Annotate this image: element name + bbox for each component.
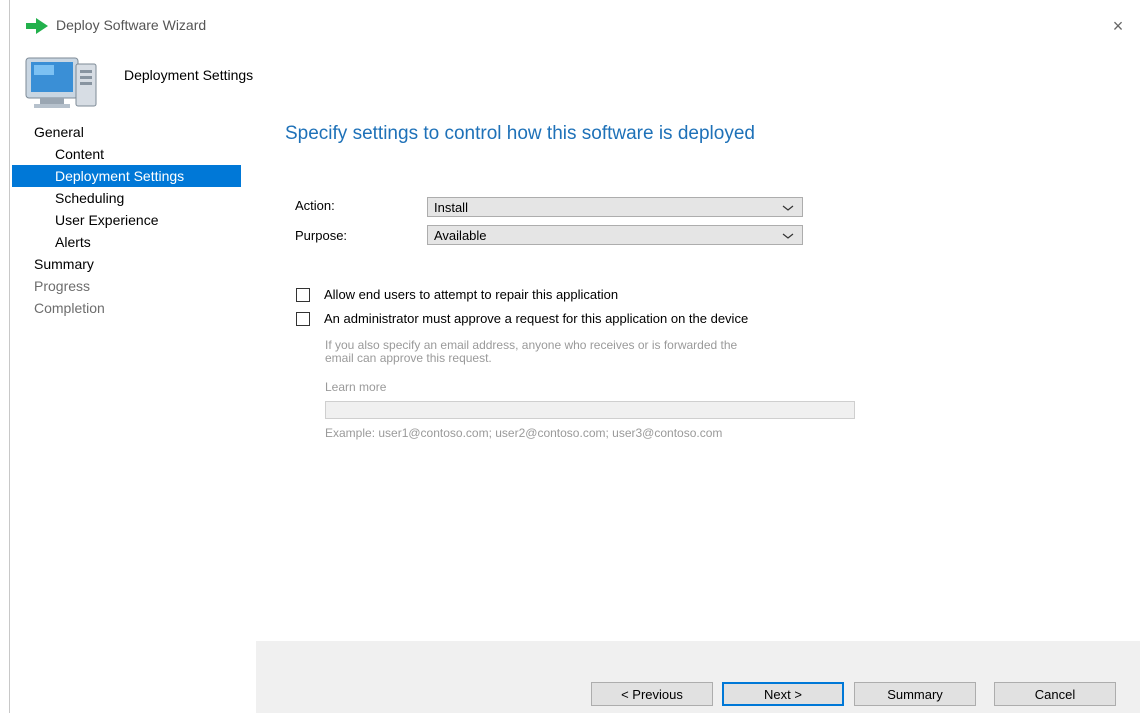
summary-button[interactable]: Summary bbox=[854, 682, 976, 706]
header-title: Deployment Settings bbox=[124, 67, 254, 83]
wizard-content: Specify settings to control how this sof… bbox=[256, 111, 1140, 713]
action-label: Action: bbox=[295, 198, 335, 213]
sidebar-item-summary[interactable]: Summary bbox=[12, 253, 255, 275]
purpose-select[interactable]: Available bbox=[427, 225, 803, 245]
green-arrow-icon bbox=[26, 18, 48, 34]
sidebar-item-user-experience[interactable]: User Experience bbox=[12, 209, 255, 231]
wizard-sidebar: General Content Deployment Settings Sche… bbox=[12, 111, 255, 713]
window-left-border bbox=[9, 0, 10, 713]
action-select[interactable]: Install bbox=[427, 197, 803, 217]
email-field bbox=[325, 401, 855, 419]
wizard-steps-nav: General Content Deployment Settings Sche… bbox=[12, 121, 255, 319]
sidebar-item-completion: Completion bbox=[34, 300, 105, 316]
close-button[interactable]: × bbox=[1106, 14, 1130, 38]
cancel-button[interactable]: Cancel bbox=[994, 682, 1116, 706]
chevron-down-icon bbox=[782, 233, 794, 239]
sidebar-item-scheduling[interactable]: Scheduling bbox=[12, 187, 255, 209]
repair-checkbox-label[interactable]: Allow end users to attempt to repair thi… bbox=[324, 287, 618, 302]
window-title: Deploy Software Wizard bbox=[56, 17, 207, 33]
sidebar-item-deployment-settings[interactable]: Deployment Settings bbox=[12, 165, 241, 187]
approval-note-line2: email can approve this request. bbox=[325, 351, 492, 365]
approve-checkbox-label[interactable]: An administrator must approve a request … bbox=[324, 311, 748, 326]
purpose-select-value: Available bbox=[434, 228, 487, 243]
sidebar-item-general[interactable]: General bbox=[12, 121, 255, 143]
computer-icon bbox=[25, 57, 97, 108]
repair-checkbox[interactable] bbox=[296, 288, 310, 302]
wizard-footer: < Previous Next > Summary Cancel bbox=[256, 641, 1140, 713]
sidebar-item-alerts[interactable]: Alerts bbox=[12, 231, 255, 253]
sidebar-item-progress: Progress bbox=[34, 278, 91, 294]
page-heading: Specify settings to control how this sof… bbox=[285, 123, 755, 144]
chevron-down-icon bbox=[782, 205, 794, 211]
learn-more-link[interactable]: Learn more bbox=[325, 381, 386, 394]
sidebar-item-content[interactable]: Content bbox=[12, 143, 255, 165]
email-example-text: Example: user1@contoso.com; user2@contos… bbox=[325, 426, 723, 440]
action-select-value: Install bbox=[434, 200, 468, 215]
next-button[interactable]: Next > bbox=[722, 682, 844, 706]
previous-button[interactable]: < Previous bbox=[591, 682, 713, 706]
approve-checkbox[interactable] bbox=[296, 312, 310, 326]
purpose-label: Purpose: bbox=[295, 228, 348, 243]
